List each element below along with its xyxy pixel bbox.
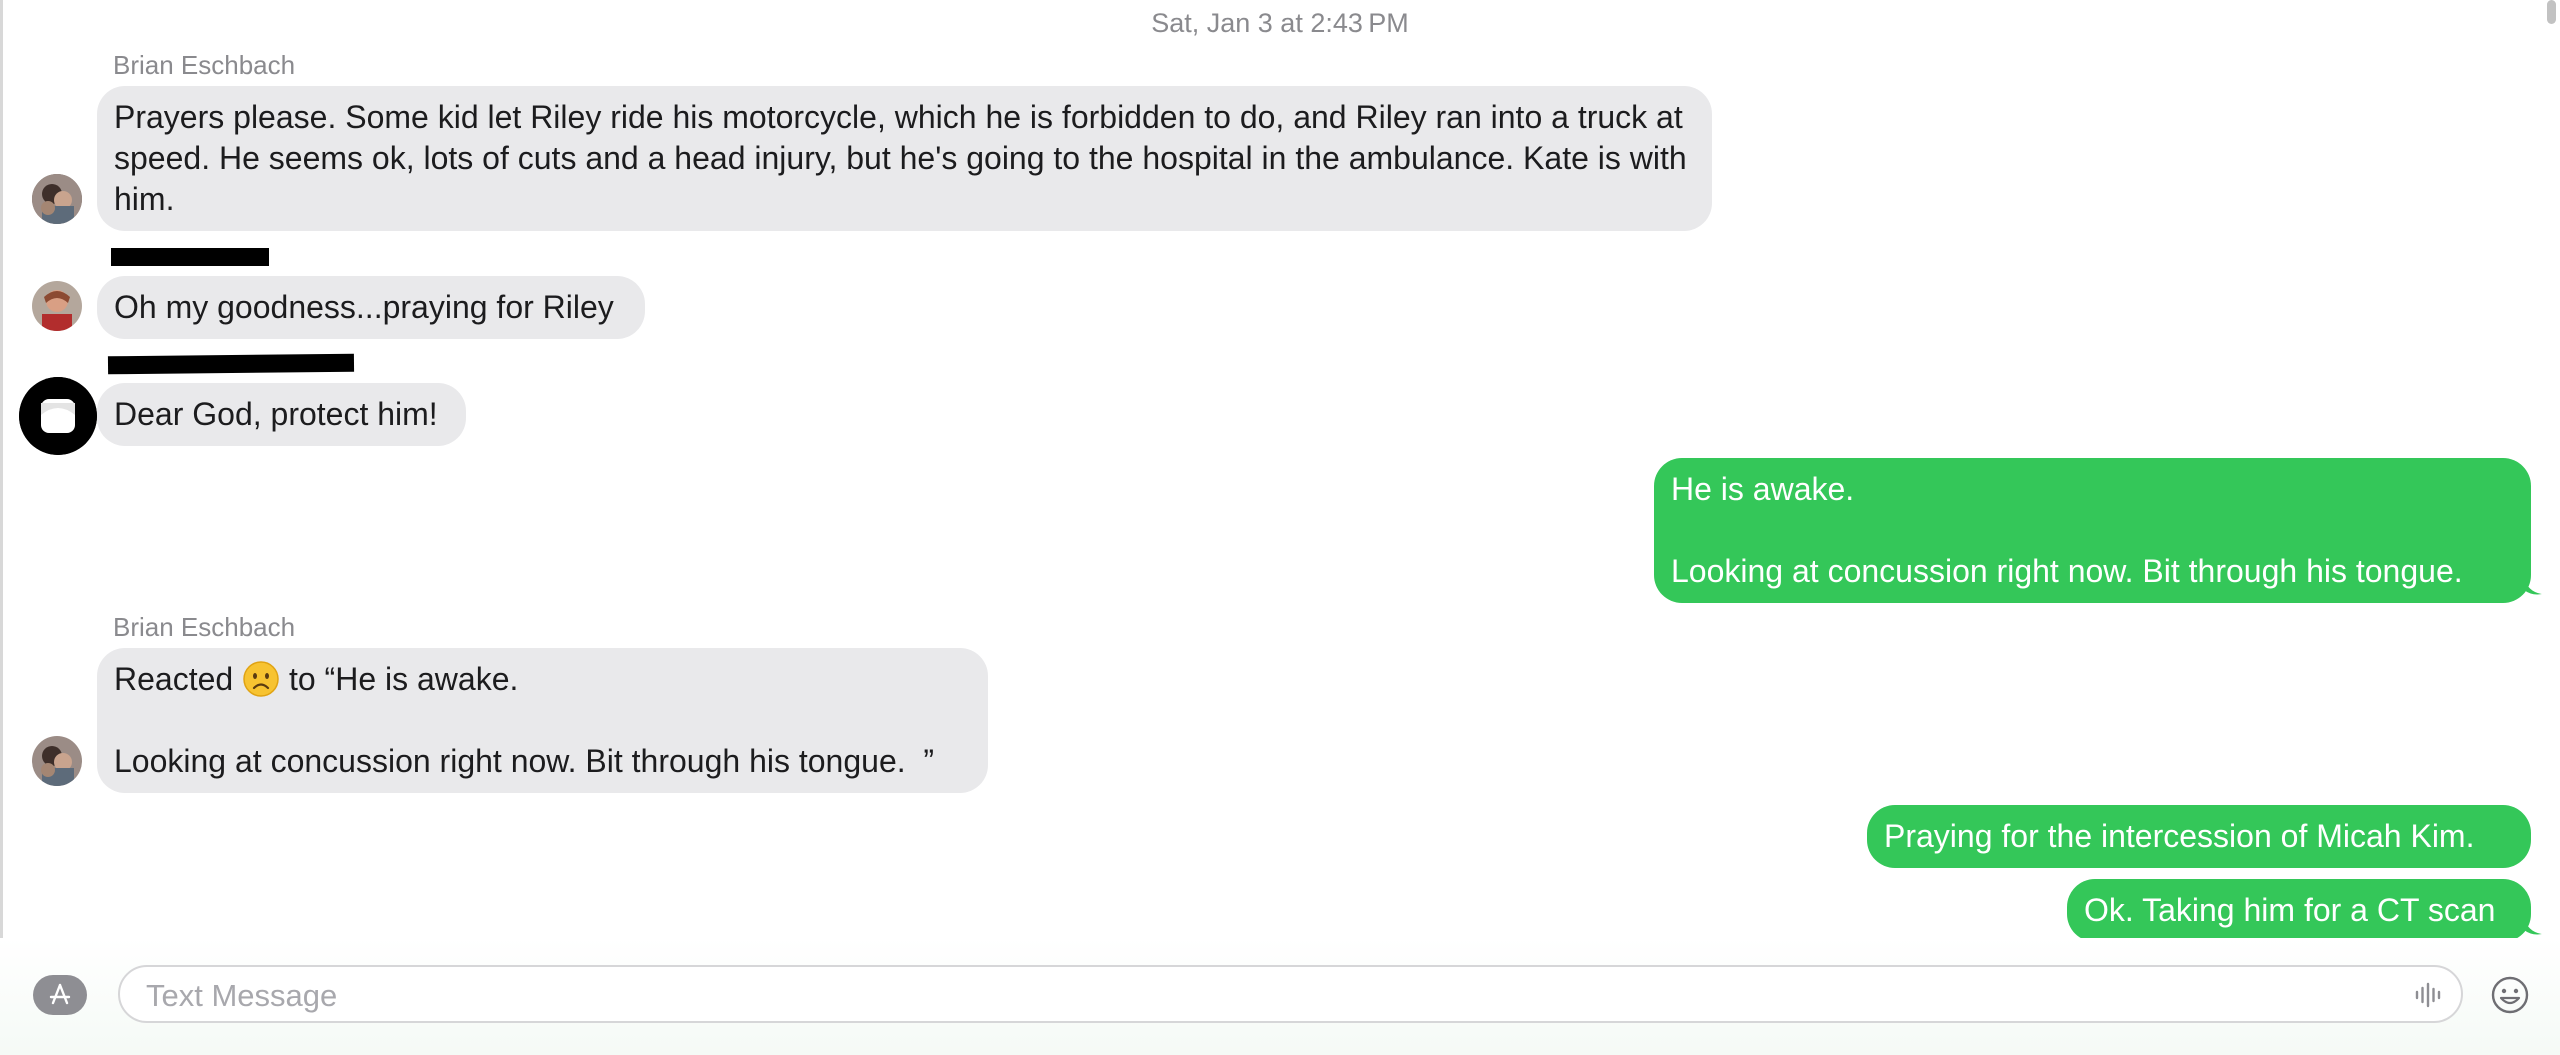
redacted-sender-name: [107, 353, 355, 375]
avatar[interactable]: [32, 281, 82, 331]
message-bubble-incoming[interactable]: Prayers please. Some kid let Riley ride …: [97, 86, 1712, 231]
redacted-sender-name: [111, 248, 269, 266]
app-store-icon: [49, 983, 71, 1005]
conversation-timestamp: Sat, Jan 3 at 2:43 PM: [1151, 8, 1409, 38]
bubble-tail: [2524, 918, 2542, 935]
audio-waveform-icon[interactable]: [2413, 980, 2443, 1010]
window-edge: [0, 0, 3, 1055]
message-bubble-incoming[interactable]: Reacted to “He is awake. Looking at conc…: [97, 648, 988, 793]
sender-name: Brian Eschbach: [113, 612, 296, 642]
message-input-container: [118, 965, 2463, 1023]
avatar[interactable]: [32, 174, 82, 224]
message-bubble-incoming[interactable]: Oh my goodness...praying for Riley: [97, 276, 645, 339]
avatar-redacted[interactable]: [19, 377, 97, 455]
message-bubble-outgoing[interactable]: He is awake. Looking at concussion right…: [1654, 458, 2531, 603]
contact-photo-icon: [32, 736, 82, 786]
emoji-picker-icon[interactable]: [2490, 975, 2530, 1015]
message-bubble-incoming[interactable]: Dear God, protect him!: [97, 383, 466, 446]
message-bubble-outgoing[interactable]: Praying for the intercession of Micah Ki…: [1867, 805, 2531, 868]
avatar[interactable]: [32, 736, 82, 786]
sender-name: Brian Eschbach: [113, 50, 296, 80]
frowning-face-emoji-icon: [243, 661, 279, 697]
apps-button[interactable]: [33, 975, 87, 1015]
messages-window: Sat, Jan 3 at 2:43 PM Brian Eschbach Pra…: [0, 0, 2560, 1055]
reaction-prefix: Reacted: [114, 661, 243, 697]
bubble-tail: [2524, 578, 2542, 595]
message-bubble-outgoing[interactable]: Ok. Taking him for a CT scan: [2067, 879, 2531, 942]
contact-photo-icon: [19, 377, 97, 455]
contact-photo-icon: [32, 281, 82, 331]
message-input[interactable]: [144, 975, 2388, 1017]
contact-photo-icon: [32, 174, 82, 224]
